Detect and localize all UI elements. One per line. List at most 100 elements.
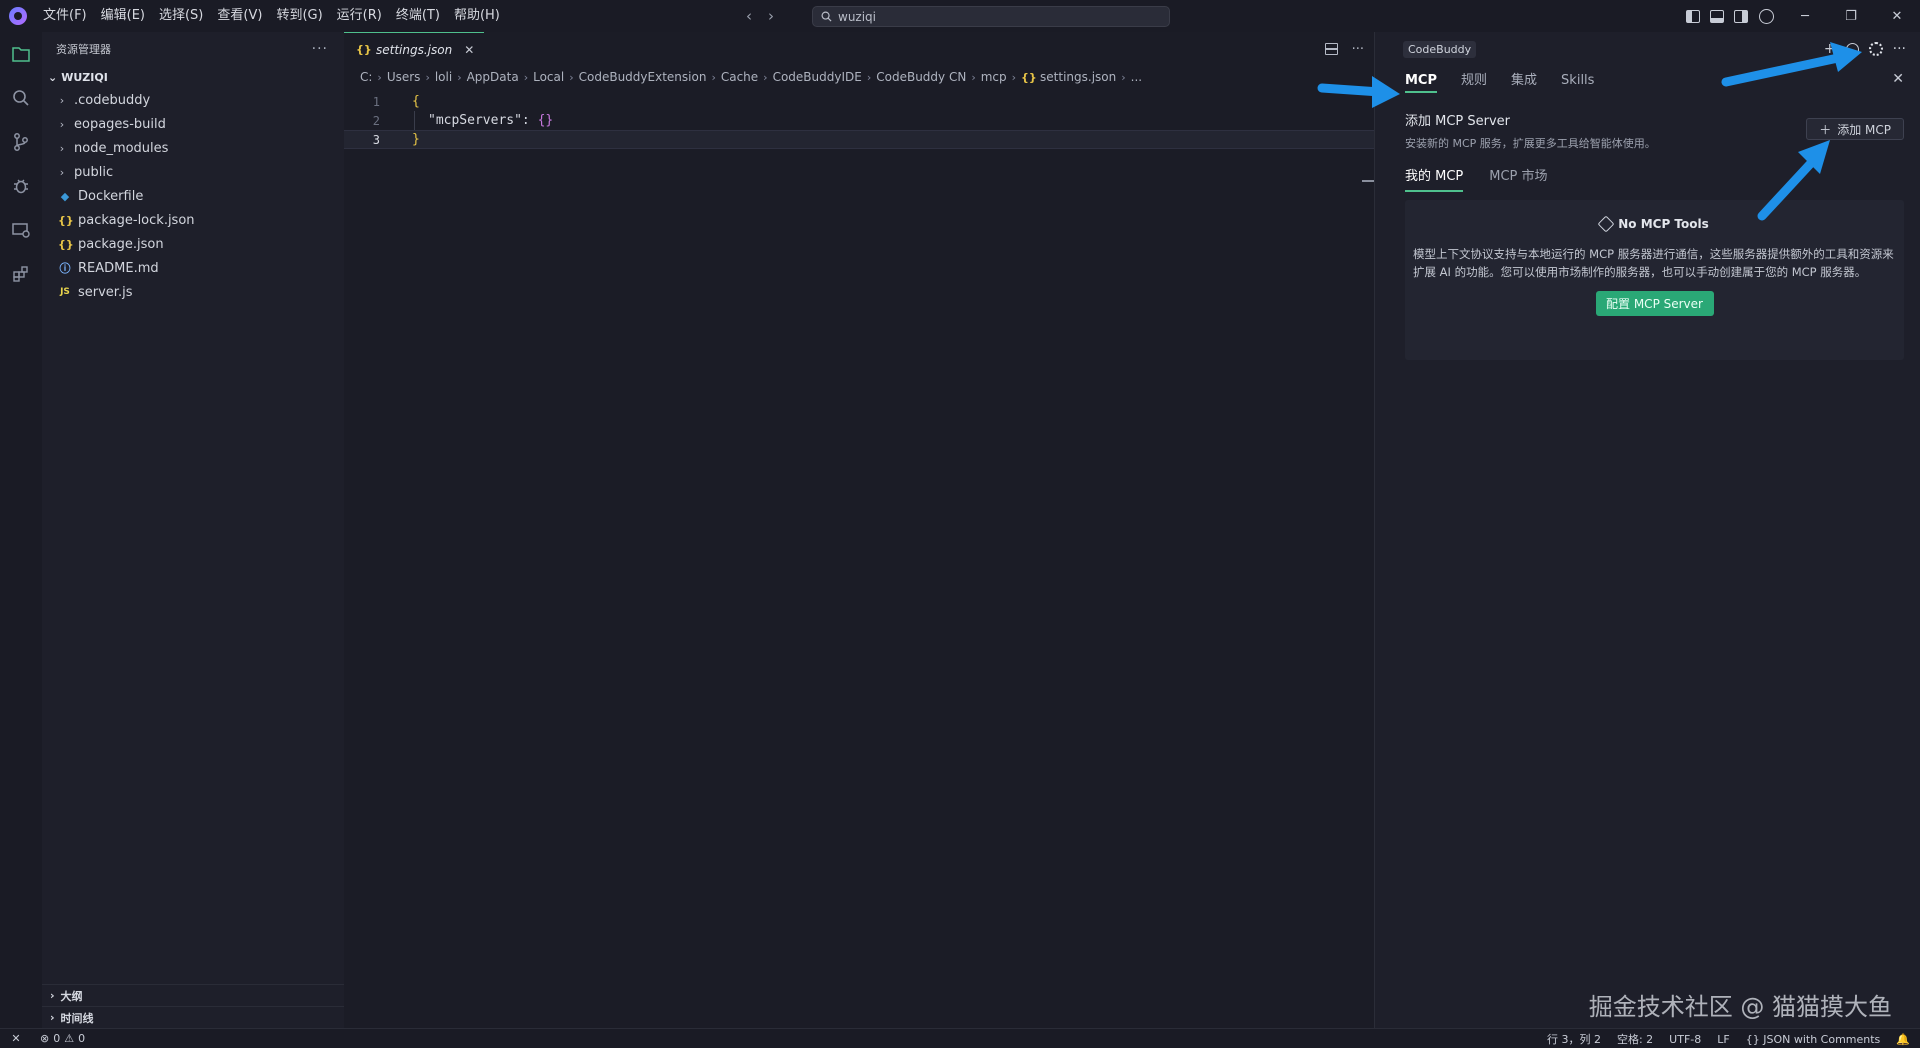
toggle-secondary-sidebar-icon[interactable] bbox=[1734, 9, 1748, 23]
explorer-icon[interactable] bbox=[0, 32, 42, 76]
tree-item-codebuddy[interactable]: › .codebuddy bbox=[42, 88, 344, 112]
tree-item-public[interactable]: › public bbox=[42, 160, 344, 184]
warning-icon: ⚠ bbox=[64, 1032, 75, 1045]
workspace-root[interactable]: ⌄ WUZIQI bbox=[42, 66, 344, 88]
command-center-search[interactable]: wuziqi bbox=[812, 6, 1170, 27]
menu-run[interactable]: 运行(R) bbox=[330, 0, 389, 32]
more-actions-icon[interactable]: ··· bbox=[312, 41, 328, 57]
outline-section[interactable]: › 大纲 bbox=[42, 984, 344, 1006]
menu-selection[interactable]: 选择(S) bbox=[152, 0, 210, 32]
more-actions-icon[interactable]: ··· bbox=[1352, 42, 1364, 57]
breadcrumb-item[interactable]: loli bbox=[435, 70, 452, 84]
tab-mcp[interactable]: MCP bbox=[1405, 68, 1449, 94]
remote-explorer-icon[interactable] bbox=[0, 208, 42, 252]
json-file-icon: {} bbox=[1021, 70, 1037, 84]
chevron-right-icon: › bbox=[425, 70, 430, 84]
new-chat-icon[interactable]: + bbox=[1824, 41, 1836, 57]
breadcrumb-item[interactable]: Cache bbox=[721, 70, 758, 84]
chevron-right-icon: › bbox=[1011, 70, 1017, 84]
indent-guide bbox=[414, 111, 415, 130]
panel-header: CodeBuddy + ··· bbox=[1375, 32, 1920, 66]
breadcrumb-item[interactable]: CodeBuddyExtension bbox=[579, 70, 707, 84]
tab-settings-json[interactable]: {} settings.json ✕ bbox=[344, 32, 485, 66]
breadcrumb-item[interactable]: C: bbox=[360, 70, 372, 84]
indentation[interactable]: 空格: 2 bbox=[1617, 1031, 1653, 1047]
extensions-icon[interactable] bbox=[0, 252, 42, 296]
tree-item-package-lock[interactable]: {} package-lock.json bbox=[42, 208, 344, 232]
breadcrumb-item[interactable]: Users bbox=[387, 70, 421, 84]
account-icon[interactable] bbox=[1759, 8, 1774, 24]
tree-item-label: server.js bbox=[78, 284, 133, 300]
empty-state-title-text: No MCP Tools bbox=[1618, 217, 1709, 231]
chevron-right-icon: › bbox=[377, 70, 382, 84]
tree-item-package-json[interactable]: {} package.json bbox=[42, 232, 344, 256]
history-icon[interactable] bbox=[1845, 42, 1859, 56]
line-ending[interactable]: LF bbox=[1717, 1033, 1729, 1046]
configure-mcp-server-button[interactable]: 配置 MCP Server bbox=[1595, 291, 1714, 316]
breadcrumb-item[interactable]: Local bbox=[533, 70, 564, 84]
cursor-position[interactable]: 行 3，列 2 bbox=[1547, 1031, 1601, 1047]
line-number: 1 bbox=[372, 94, 380, 109]
tab-skills[interactable]: Skills bbox=[1549, 68, 1606, 94]
tree-item-eopages-build[interactable]: › eopages-build bbox=[42, 112, 344, 136]
language-mode[interactable]: {} JSON with Comments bbox=[1746, 1033, 1881, 1046]
notifications-icon[interactable]: 🔔 bbox=[1896, 1033, 1910, 1046]
restore-button[interactable]: ❐ bbox=[1828, 0, 1874, 32]
codebuddy-panel: CodeBuddy + ··· MCP 规则 集成 Skills ✕ 添加 MC… bbox=[1374, 32, 1920, 1028]
toggle-panel-icon[interactable] bbox=[1710, 9, 1724, 23]
breadcrumb-item[interactable]: CodeBuddy CN bbox=[876, 70, 966, 84]
breadcrumb: C: › Users › loli › AppData › Local › CodeBud… bbox=[344, 66, 1374, 88]
breadcrumb-item[interactable]: CodeBuddyIDE bbox=[773, 70, 862, 84]
menu-view[interactable]: 查看(V) bbox=[210, 0, 269, 32]
split-editor-icon[interactable] bbox=[1324, 43, 1338, 55]
code-view[interactable]: 1 { 2 "mcpServers": {} 3 } bbox=[344, 88, 1374, 182]
problems-indicator[interactable]: ⊗ 0 ⚠ 0 bbox=[32, 1032, 85, 1045]
encoding[interactable]: UTF-8 bbox=[1669, 1033, 1701, 1046]
gear-icon[interactable] bbox=[1868, 42, 1883, 56]
tab-mcp-market[interactable]: MCP 市场 bbox=[1489, 165, 1547, 192]
mcp-subtabs: 我的 MCP MCP 市场 bbox=[1375, 165, 1920, 192]
tree-item-node-modules[interactable]: › node_modules bbox=[42, 136, 344, 160]
json-file-icon: {} bbox=[58, 213, 74, 227]
breadcrumb-item[interactable]: AppData bbox=[467, 70, 519, 84]
language-label: JSON with Comments bbox=[1763, 1032, 1881, 1046]
code-text: { bbox=[412, 94, 420, 109]
toggle-sidebar-icon[interactable] bbox=[1686, 9, 1700, 23]
close-window-button[interactable]: ✕ bbox=[1874, 0, 1920, 32]
tab-my-mcp[interactable]: 我的 MCP bbox=[1405, 165, 1464, 192]
back-arrow-icon[interactable]: ‹ bbox=[746, 7, 752, 25]
sidebar-header: 资源管理器 ··· bbox=[42, 32, 344, 66]
source-control-icon[interactable] bbox=[0, 120, 42, 164]
breadcrumb-item[interactable]: mcp bbox=[981, 70, 1007, 84]
tree-item-server-js[interactable]: JS server.js bbox=[42, 280, 344, 304]
forward-arrow-icon[interactable]: › bbox=[768, 7, 774, 25]
codebuddy-badge: CodeBuddy bbox=[1403, 40, 1477, 58]
remote-icon[interactable]: ✕ bbox=[0, 1029, 32, 1048]
tree-item-label: package.json bbox=[78, 236, 164, 252]
breadcrumb-item[interactable]: settings.json bbox=[1040, 70, 1116, 84]
scroll-marker bbox=[1362, 180, 1374, 182]
run-debug-icon[interactable] bbox=[0, 164, 42, 208]
search-view-icon[interactable] bbox=[0, 76, 42, 120]
menu-help[interactable]: 帮助(H) bbox=[447, 0, 507, 32]
editor-area: {} settings.json ✕ ··· C: › Users › loli › … bbox=[344, 32, 1374, 1028]
timeline-section[interactable]: › 时间线 bbox=[42, 1006, 344, 1028]
tree-item-readme[interactable]: ⓘ README.md bbox=[42, 256, 344, 280]
tree-item-dockerfile[interactable]: ◆ Dockerfile bbox=[42, 184, 344, 208]
minimize-button[interactable]: ─ bbox=[1782, 0, 1828, 32]
sidebar-bottom-sections: › 大纲 › 时间线 bbox=[42, 984, 344, 1028]
close-icon[interactable]: ✕ bbox=[1892, 71, 1904, 87]
add-mcp-button[interactable]: ＋ 添加 MCP bbox=[1806, 118, 1904, 140]
breadcrumb-item[interactable]: ... bbox=[1131, 70, 1142, 84]
menu-go[interactable]: 转到(G) bbox=[269, 0, 329, 32]
menu-edit[interactable]: 编辑(E) bbox=[94, 0, 152, 32]
tab-rules[interactable]: 规则 bbox=[1449, 68, 1499, 94]
code-text: "mcpServers": {} bbox=[384, 113, 553, 128]
warning-count: 0 bbox=[78, 1032, 86, 1045]
close-icon[interactable]: ✕ bbox=[464, 43, 474, 57]
tab-integrations[interactable]: 集成 bbox=[1499, 68, 1549, 94]
menu-file[interactable]: 文件(F) bbox=[36, 0, 94, 32]
menu-terminal[interactable]: 终端(T) bbox=[389, 0, 447, 32]
more-actions-icon[interactable]: ··· bbox=[1893, 41, 1906, 57]
empty-state-title: No MCP Tools bbox=[1413, 215, 1896, 233]
